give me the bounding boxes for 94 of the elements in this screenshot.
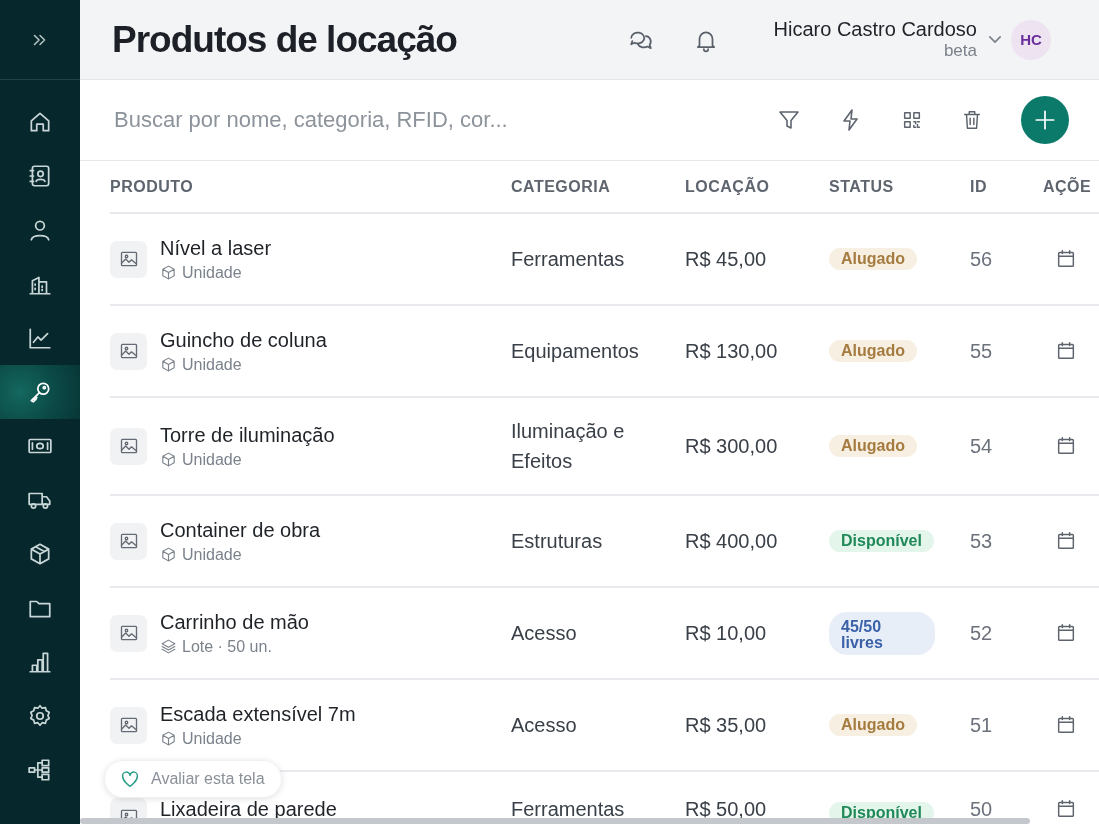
calendar-icon bbox=[1055, 340, 1077, 362]
category-text: Estruturas bbox=[511, 529, 604, 554]
unit-label: Unidade bbox=[182, 263, 242, 282]
price-text: R$ 50,00 bbox=[685, 798, 767, 821]
id-text: 53 bbox=[970, 529, 993, 553]
flow-diagram-icon bbox=[27, 757, 53, 783]
image-icon bbox=[118, 623, 139, 643]
calendar-icon bbox=[1055, 248, 1077, 270]
id-text: 51 bbox=[970, 713, 993, 737]
cube-icon bbox=[160, 546, 177, 563]
id-text: 56 bbox=[970, 247, 993, 271]
contact-book-icon bbox=[27, 163, 53, 189]
user-name: Hicaro Castro Cardoso bbox=[773, 18, 977, 41]
price-text: R$ 300,00 bbox=[685, 434, 778, 458]
add-button[interactable] bbox=[1021, 96, 1069, 144]
unit-label: Unidade bbox=[182, 355, 242, 374]
cube-icon bbox=[160, 264, 177, 281]
column-header[interactable]: ID bbox=[970, 161, 1043, 214]
cube-icon bbox=[160, 730, 177, 747]
column-header[interactable]: LOCAÇÃO bbox=[685, 161, 829, 214]
calendar-icon bbox=[1055, 714, 1077, 736]
product-name[interactable]: Torre de iluminação bbox=[160, 423, 335, 447]
status-badge: Alugado bbox=[829, 435, 917, 457]
column-header[interactable]: CATEGORIA bbox=[511, 161, 685, 214]
price-text: R$ 10,00 bbox=[685, 621, 767, 645]
image-icon bbox=[118, 715, 139, 735]
calendar-button[interactable] bbox=[1055, 248, 1077, 270]
heart-icon bbox=[119, 768, 141, 790]
cube-icon bbox=[160, 451, 177, 468]
calendar-button[interactable] bbox=[1055, 798, 1077, 820]
price-text: R$ 45,00 bbox=[685, 247, 767, 271]
id-text: 52 bbox=[970, 621, 993, 645]
user-menu-button[interactable] bbox=[989, 36, 1001, 43]
image-icon bbox=[118, 249, 139, 269]
column-header[interactable]: PRODUTO bbox=[110, 161, 511, 214]
id-text: 54 bbox=[970, 434, 993, 458]
page-title: Produtos de locação bbox=[112, 18, 458, 61]
calendar-button[interactable] bbox=[1055, 714, 1077, 736]
qr-code-icon bbox=[901, 109, 923, 131]
user-avatar[interactable]: HC bbox=[1011, 19, 1051, 60]
unit-label: Lote · 50 un. bbox=[182, 637, 272, 656]
delete-button[interactable] bbox=[961, 109, 983, 131]
qr-code-button[interactable] bbox=[901, 109, 923, 131]
calendar-button[interactable] bbox=[1055, 530, 1077, 552]
status-badge: Alugado bbox=[829, 248, 917, 270]
image-icon bbox=[118, 531, 139, 551]
status-badge: Alugado bbox=[829, 340, 917, 362]
product-name[interactable]: Carrinho de mão bbox=[160, 610, 309, 634]
unit-label: Unidade bbox=[182, 450, 242, 469]
category-text: Acesso bbox=[511, 713, 578, 738]
calendar-button[interactable] bbox=[1055, 435, 1077, 457]
calendar-button[interactable] bbox=[1055, 622, 1077, 644]
box-icon bbox=[27, 541, 53, 567]
cube-icon bbox=[160, 356, 177, 373]
product-name[interactable]: Nível a laser bbox=[160, 236, 272, 260]
calendar-icon bbox=[1055, 622, 1077, 644]
category-text: Acesso bbox=[511, 621, 578, 646]
id-text: 50 bbox=[970, 798, 993, 821]
bar-chart-icon bbox=[27, 649, 53, 675]
layers-icon bbox=[160, 638, 177, 655]
category-text: Equipamentos bbox=[511, 339, 640, 364]
column-header[interactable]: AÇÕE bbox=[1043, 161, 1099, 214]
unit-label: Unidade bbox=[182, 545, 242, 564]
scroll-bar[interactable] bbox=[80, 818, 1030, 824]
image-icon bbox=[118, 436, 139, 456]
status-badge: 45/50 livres bbox=[829, 611, 935, 655]
status-badge: Alugado bbox=[829, 714, 917, 736]
search-field[interactable]: Buscar por nome, categoria, RFID, cor... bbox=[112, 99, 777, 141]
product-name[interactable]: Lixadeira de parede bbox=[160, 798, 337, 821]
category-text: Iluminação e Efeitos bbox=[511, 419, 626, 474]
product-name[interactable]: Guincho de coluna bbox=[160, 328, 327, 352]
image-icon bbox=[118, 341, 139, 361]
unit-label: Unidade bbox=[182, 729, 242, 748]
calendar-icon bbox=[1055, 435, 1077, 457]
category-text: Ferramentas bbox=[511, 797, 626, 822]
product-name[interactable]: Container de obra bbox=[160, 518, 321, 542]
filter-icon bbox=[777, 108, 801, 132]
calendar-button[interactable] bbox=[1055, 340, 1077, 362]
column-header[interactable]: STATUS bbox=[829, 161, 970, 214]
id-text: 55 bbox=[970, 339, 993, 363]
user-plan: beta bbox=[943, 41, 977, 61]
chevron-down-icon bbox=[989, 36, 1001, 43]
price-text: R$ 130,00 bbox=[685, 339, 778, 363]
settings-icon bbox=[27, 703, 53, 729]
filter-button[interactable] bbox=[777, 108, 801, 132]
price-text: R$ 400,00 bbox=[685, 529, 778, 553]
category-text: Ferramentas bbox=[511, 247, 626, 272]
price-text: R$ 35,00 bbox=[685, 713, 767, 737]
calendar-icon bbox=[1055, 798, 1077, 820]
calendar-icon bbox=[1055, 530, 1077, 552]
product-name[interactable]: Escada extensível 7m bbox=[160, 702, 356, 726]
status-badge: Disponível bbox=[829, 530, 934, 552]
trash-icon bbox=[961, 109, 983, 131]
sidebar-item[interactable] bbox=[0, 365, 80, 419]
